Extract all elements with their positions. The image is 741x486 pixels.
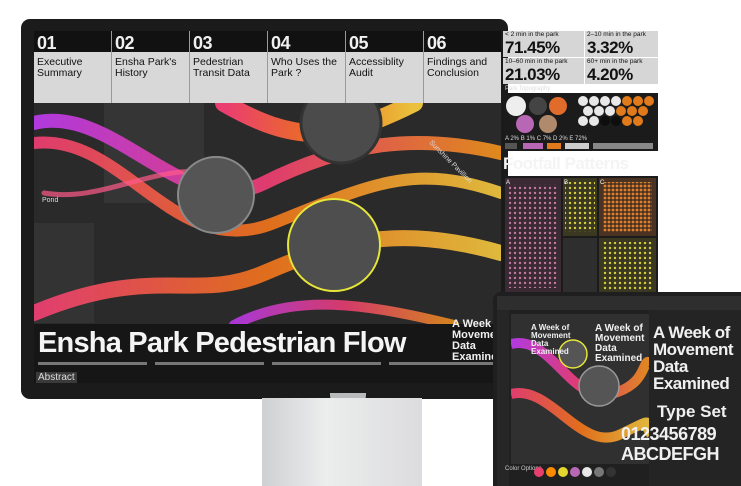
footfall-grid: A B C <box>503 176 658 296</box>
stat-cell: 60+ min in the park 4.20% <box>585 58 658 84</box>
section-tabs: 01 Executive Summary 02 Ensha Park's Histo… <box>34 31 501 103</box>
topography-graphic <box>503 93 658 151</box>
tool-sidebar[interactable] <box>497 310 509 486</box>
legend-item: C 7% <box>536 136 552 142</box>
color-swatches[interactable] <box>533 464 623 480</box>
pond-label: Pond <box>42 197 58 204</box>
stat-label: 2–10 min in the park <box>587 31 646 38</box>
meta-line <box>389 362 498 365</box>
tab-who-uses[interactable]: 04 Who Uses the Park ? <box>268 31 346 103</box>
footfall-panel-label: C <box>600 180 605 186</box>
tab-number: 04 <box>271 33 291 53</box>
monitor-stand <box>262 398 422 486</box>
flow-map: Pond Sunshine Pavillion <box>34 81 501 330</box>
metadata-row <box>38 362 498 368</box>
laptop-subtitle-b: A Week of Movement Data Examined <box>595 323 645 364</box>
legend-item: E 72% <box>569 136 588 142</box>
tab-number: 05 <box>349 33 369 53</box>
tab-label: Ensha Park's History <box>115 56 177 79</box>
footfall-panel-label: A <box>506 180 510 186</box>
stat-cell: < 2 min in the park 71.45% <box>503 31 584 57</box>
footfall-panel-label: B <box>564 180 568 186</box>
tab-number: 02 <box>115 33 135 53</box>
tab-accessibility[interactable]: 05 Accessiblity Audit <box>346 31 424 103</box>
tab-number: 06 <box>427 33 447 53</box>
laptop-screen: A Week of Movement Data Examined A Week … <box>497 296 741 486</box>
stat-value: 3.32% <box>587 38 633 57</box>
monitor-screen: 01 Executive Summary 02 Ensha Park's Histo… <box>34 31 501 383</box>
stat-cell: 10–60 min in the park 21.03% <box>503 58 584 84</box>
tab-history[interactable]: 02 Ensha Park's History <box>112 31 190 103</box>
footfall-title: Footfall Patterns <box>503 154 629 173</box>
app-toolbar[interactable] <box>497 296 741 310</box>
type-set-title: Type Set <box>657 402 727 421</box>
meta-line <box>155 362 264 365</box>
type-digits: 0123456789 <box>621 424 717 444</box>
laptop-big-text: A Week of Movement Data Examined <box>653 323 734 393</box>
tab-label: Accessiblity Audit <box>349 56 404 79</box>
legend-item: D 2% <box>553 136 568 142</box>
tab-executive-summary[interactable]: 01 Executive Summary <box>34 31 112 103</box>
stat-value: 21.03% <box>505 65 560 84</box>
tab-label: Pedestrian Transit Data <box>193 56 250 79</box>
tab-transit-data[interactable]: 03 Pedestrian Transit Data <box>190 31 268 103</box>
meta-line <box>38 362 147 365</box>
page-title: Ensha Park Pedestrian Flow <box>38 327 406 359</box>
meta-line <box>272 362 381 365</box>
topography-title: Park Topography <box>505 86 551 92</box>
stat-cell: 2–10 min in the park 3.32% <box>585 31 658 57</box>
stat-label: 60+ min in the park <box>587 58 643 65</box>
tab-number: 01 <box>37 33 57 53</box>
tab-number: 03 <box>193 33 213 53</box>
abstract-label: Abstract <box>36 372 77 383</box>
legend-item: B 1% <box>520 136 536 142</box>
topography-legend: A 2% B 1% C 7% D 2% E 72% <box>505 136 587 142</box>
stat-label: < 2 min in the park <box>505 31 559 38</box>
stat-label: 10–60 min in the park <box>505 58 568 65</box>
flow-map-graphic: Pond Sunshine Pavillion <box>34 81 501 330</box>
laptop: A Week of Movement Data Examined A Week … <box>493 292 741 486</box>
tab-findings[interactable]: 06 Findings and Conclusion <box>424 31 501 103</box>
laptop-subtitle-a: A Week of Movement Data Examined <box>531 323 571 356</box>
stat-value: 4.20% <box>587 65 633 84</box>
type-letters: ABCDEFGH <box>621 444 720 464</box>
tab-label: Executive Summary <box>37 56 83 79</box>
stat-value: 71.45% <box>505 38 560 57</box>
tab-label: Findings and Conclusion <box>427 56 488 79</box>
tab-label: Who Uses the Park ? <box>271 56 337 79</box>
legend-item: A 2% <box>505 136 520 142</box>
